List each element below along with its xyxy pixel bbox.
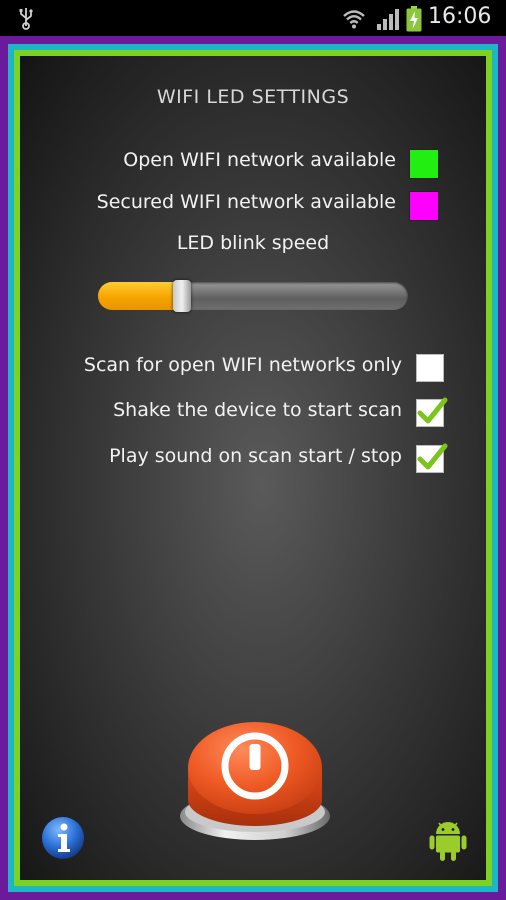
signal-icon: [377, 9, 399, 30]
option-shake-label: Shake the device to start scan: [113, 399, 402, 421]
open-network-color-swatch[interactable]: [409, 149, 439, 179]
usb-icon: [19, 8, 33, 30]
option-open-only-checkbox[interactable]: [416, 354, 444, 382]
blink-speed-slider[interactable]: [98, 280, 408, 312]
secured-network-color-swatch[interactable]: [409, 191, 439, 221]
checkmark-icon: [417, 397, 448, 424]
option-open-only-label: Scan for open WIFI networks only: [83, 354, 402, 376]
secured-network-label: Secured WIFI network available: [96, 191, 396, 213]
info-icon[interactable]: [41, 816, 85, 860]
status-time: 16:06: [428, 4, 492, 29]
slider-thumb[interactable]: [173, 280, 191, 312]
page-title: WIFI LED SETTINGS: [156, 86, 350, 108]
option-sound-checkbox[interactable]: [416, 443, 448, 473]
option-shake-checkbox[interactable]: [416, 397, 448, 427]
option-sound-label: Play sound on scan start / stop: [109, 445, 402, 467]
android-icon[interactable]: [428, 818, 468, 862]
status-bar: 16:06: [0, 0, 506, 36]
wifi-icon: [343, 10, 365, 29]
blink-speed-label: LED blink speed: [176, 232, 330, 254]
battery-charging-icon: [406, 6, 422, 32]
settings-panel: WIFI LED SETTINGS Open WIFI network avai…: [20, 56, 486, 880]
slider-fill: [98, 282, 182, 310]
open-network-label: Open WIFI network available: [123, 149, 396, 171]
checkmark-icon: [417, 443, 448, 470]
power-button[interactable]: [178, 720, 332, 842]
